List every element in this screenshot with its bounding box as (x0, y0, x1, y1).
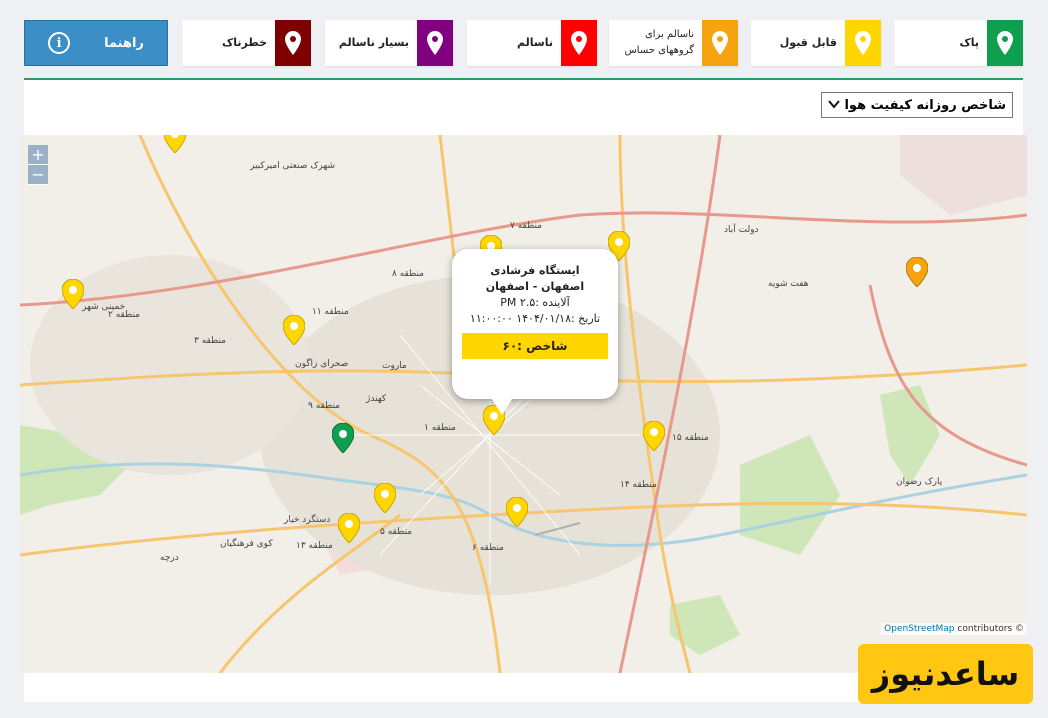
legend-label: خطرناک (221, 36, 267, 50)
station-pin-moderate[interactable] (643, 421, 665, 451)
help-button[interactable]: i راهنما (24, 20, 168, 66)
map-pin-icon (561, 20, 597, 66)
index-select[interactable]: شاخص روزانه کیفیت هوا (821, 92, 1013, 118)
map-label: درچه (160, 553, 179, 563)
legend-good: پاک (894, 20, 1023, 66)
map-label: منطقه ۹ (308, 401, 341, 411)
legend-label: بسیار ناسالم (338, 36, 409, 50)
map-pin-icon (987, 20, 1023, 66)
map-pin-icon (417, 20, 453, 66)
map-label: منطقه ۱۵ (672, 433, 709, 443)
map-label: منطقه ۱۴ (620, 480, 657, 490)
legend-label: ناسالم برای گروههای حساس (617, 20, 702, 66)
station-pin-moderate[interactable] (283, 315, 305, 345)
map-label: خمینی شهر (82, 302, 126, 312)
legend-label: قابل قبول (779, 36, 837, 50)
map-label: دولت آباد (724, 225, 759, 235)
legend-very-unhealthy: بسیار ناسالم (325, 20, 453, 66)
map-label: دستگرد خیار (284, 515, 331, 525)
popup-station-city: اصفهان - اصفهان (485, 280, 585, 293)
station-popup: ایستگاه فرشادی اصفهان - اصفهان آلاینده :… (452, 249, 618, 415)
station-pin-moderate[interactable] (506, 497, 528, 527)
zoom-control: + − (28, 145, 48, 185)
zoom-in-button[interactable]: + (28, 145, 48, 165)
map-tiles (20, 135, 1027, 673)
map-label: صحرای زاگون (295, 359, 349, 369)
map-label: کهندژ (366, 394, 387, 404)
legend-unhealthy: ناسالم (467, 20, 597, 66)
legend-label: ناسالم (517, 36, 553, 50)
map-view[interactable]: منطقه ۷ منطقه ۸ منطقه ۱۱ منطقه ۳ منطقه ۲… (20, 135, 1027, 673)
legend-unhealthy-sensitive: ناسالم برای گروههای حساس (609, 20, 738, 66)
station-pin-moderate[interactable] (374, 483, 396, 513)
popup-station-name: ایستگاه فرشادی (490, 264, 580, 277)
map-label: منطقه ۱ (424, 423, 457, 433)
watermark-logo: ساعدنیوز (858, 644, 1033, 704)
zoom-out-button[interactable]: − (28, 165, 48, 185)
map-label: پارک رضوان (896, 477, 943, 487)
map-label: منطقه ۵ (380, 527, 413, 537)
popup-pollutant: آلاینده :PM ۲.۵ (500, 296, 570, 309)
map-attribution: OpenStreetMap contributors © (881, 623, 1027, 635)
map-pin-icon (845, 20, 881, 66)
station-pin-moderate[interactable] (164, 135, 186, 153)
map-pin-icon (702, 20, 738, 66)
map-label: ماروت (382, 361, 407, 371)
legend-label-line1: ناسالم برای (644, 29, 694, 40)
popup-tail (492, 399, 512, 415)
map-label: منطقه ۱۳ (296, 541, 333, 551)
legend-label: پاک (959, 36, 979, 50)
station-pin-moderate[interactable] (62, 279, 84, 309)
index-select-value: شاخص روزانه کیفیت هوا (844, 97, 1006, 113)
map-label: منطقه ۱۱ (312, 307, 349, 317)
popup-date: تاریخ :۱۴۰۴/۰۱/۱۸ ۱۱:۰۰:۰۰ (469, 312, 601, 325)
osm-link[interactable]: OpenStreetMap (884, 624, 954, 634)
info-icon: i (48, 32, 71, 54)
map-label: منطقه ۶ (472, 543, 505, 553)
legend-label-line2: گروههای حساس (624, 45, 694, 56)
map-label: منطقه ۸ (392, 269, 425, 279)
legend-hazardous: خطرناک (182, 20, 311, 66)
help-label: راهنما (104, 35, 144, 51)
map-label: شهرک صنعتی امیرکبیر (250, 161, 336, 171)
station-pin-good[interactable] (332, 423, 354, 453)
watermark-text: ساعدنیوز (871, 655, 1020, 693)
chevron-down-icon (828, 98, 840, 113)
map-label: کوی فرهنگیان (220, 539, 273, 549)
aqi-legend: i راهنما خطرناک بسیار ناسالم ناسالم ناسا… (24, 20, 1024, 66)
map-label: منطقه ۳ (194, 336, 227, 346)
station-pin-sensitive[interactable] (906, 257, 928, 287)
attribution-text: contributors © (957, 624, 1024, 634)
map-pin-icon (275, 20, 311, 66)
map-label: هفت شویه (768, 279, 809, 289)
popup-index: شاخص :۶۰ (462, 333, 608, 359)
station-pin-moderate[interactable] (338, 513, 360, 543)
map-label: منطقه ۷ (510, 221, 543, 231)
legend-moderate: قابل قبول (751, 20, 881, 66)
